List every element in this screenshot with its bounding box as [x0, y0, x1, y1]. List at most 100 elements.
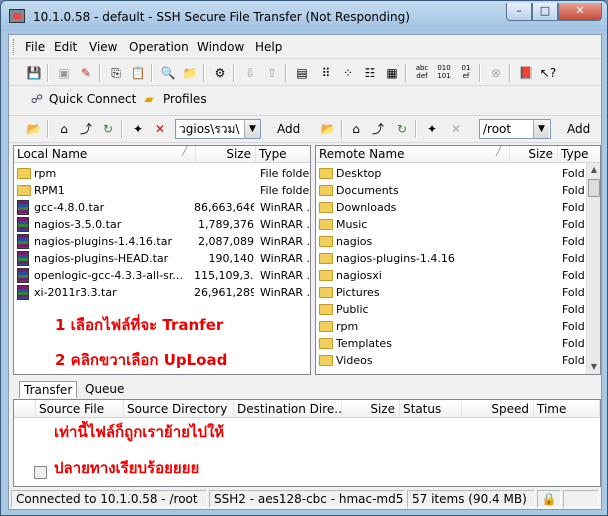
menu-window[interactable]: Window — [197, 40, 244, 54]
paste-icon[interactable]: 📋 — [129, 64, 147, 82]
copy-icon[interactable]: ⎘ — [107, 64, 125, 82]
profiles-button[interactable]: Profiles — [163, 92, 207, 106]
toolbar-separator — [99, 64, 101, 82]
remote-refresh-icon[interactable]: ↻ — [393, 120, 411, 138]
transfer-col-speed[interactable]: Speed — [462, 400, 534, 418]
local-row[interactable]: gcc-4.8.0.tar 86,663,646 WinRAR ... — [14, 199, 310, 216]
remote-row[interactable]: Documents Fold — [316, 182, 600, 199]
transfer-col-source-file[interactable]: Source File — [36, 400, 124, 418]
remote-col-type[interactable]: Type — [558, 146, 600, 163]
remote-row[interactable]: rpm Fold — [316, 318, 600, 335]
remote-file-list[interactable]: Remote Name ╱ Size Type Desktop Fold Docum… — [315, 145, 601, 375]
local-add-button[interactable]: Add — [277, 122, 300, 136]
transfer-col-time[interactable]: Time — [534, 400, 600, 418]
menu-file[interactable]: File — [25, 40, 45, 54]
remote-row[interactable]: Downloads Fold — [316, 199, 600, 216]
local-row[interactable]: openlogic-gcc-4.3.3-all-sr... 115,109,3..… — [14, 267, 310, 284]
local-home-icon[interactable]: ⌂ — [55, 120, 73, 138]
scroll-thumb[interactable] — [588, 179, 600, 197]
remote-parent-folder-icon[interactable]: ⤴ — [369, 120, 387, 138]
local-row[interactable]: RPM1 File folder — [14, 182, 310, 199]
menu-edit[interactable]: Edit — [54, 40, 77, 54]
local-delete-icon[interactable]: ✕ — [151, 120, 169, 138]
large-icons-icon[interactable]: ⠿ — [317, 64, 335, 82]
transfer-col-size[interactable]: Size — [342, 400, 400, 418]
disconnect-icon[interactable]: ✎ — [77, 64, 95, 82]
details-view-icon[interactable]: ▦ — [383, 64, 401, 82]
status-extra — [563, 490, 599, 508]
local-file-list[interactable]: Local Name ╱ Size Type rpm File folder RPM… — [13, 145, 311, 375]
tab-transfer[interactable]: Transfer — [19, 381, 78, 398]
local-up-folder-icon[interactable]: 📂 — [25, 120, 43, 138]
quick-connect-button[interactable]: Quick Connect — [49, 92, 136, 106]
whats-this-icon[interactable]: ↖? — [539, 64, 557, 82]
remote-col-name[interactable]: Remote Name — [316, 146, 510, 163]
small-icons-icon[interactable]: ⁘ — [339, 64, 357, 82]
local-file-type: File folder — [260, 184, 311, 197]
local-row[interactable]: nagios-plugins-1.4.16.tar 2,087,089 WinRAR… — [14, 233, 310, 250]
transfer-col-dest-dir[interactable]: Destination Dire... — [234, 400, 342, 418]
local-new-folder-icon[interactable]: ✦ — [129, 120, 147, 138]
local-refresh-icon[interactable]: ↻ — [99, 120, 117, 138]
remote-row[interactable]: Desktop Fold — [316, 165, 600, 182]
quick-connect-icon[interactable]: 🔍 — [159, 64, 177, 82]
remote-row[interactable]: Public Fold — [316, 301, 600, 318]
path-toolbar: 📂 ⌂ ⤴ ↻ ✦ ✕ วgios\รวม\ ▼ Add 📂 ⌂ ⤴ ↻ ✦ ✕… — [9, 115, 601, 143]
remote-add-button[interactable]: Add — [567, 122, 590, 136]
help-book-icon[interactable]: 📕 — [517, 64, 535, 82]
remote-delete-icon[interactable]: ✕ — [447, 120, 465, 138]
local-row[interactable]: rpm File folder — [14, 165, 310, 182]
remote-row[interactable]: Music Fold — [316, 216, 600, 233]
remote-home-icon[interactable]: ⌂ — [347, 120, 365, 138]
local-parent-folder-icon[interactable]: ⤴ — [77, 120, 95, 138]
tab-queue[interactable]: Queue — [81, 381, 128, 398]
remote-file-name: Documents — [336, 184, 399, 197]
remote-row[interactable]: Templates Fold — [316, 335, 600, 352]
remote-file-name: Public — [336, 303, 369, 316]
minimize-button[interactable]: – — [506, 3, 532, 21]
menu-help[interactable]: Help — [255, 40, 282, 54]
menu-view[interactable]: View — [89, 40, 117, 54]
binary-mode-icon[interactable]: 010 101 — [435, 64, 453, 82]
print-icon[interactable]: ▣ — [55, 64, 73, 82]
list-view-icon[interactable]: ☷ — [361, 64, 379, 82]
settings-icon[interactable]: ⚙ — [211, 64, 229, 82]
remote-vertical-scrollbar[interactable]: ▲ ▼ — [586, 163, 600, 374]
scroll-down-icon[interactable]: ▼ — [587, 360, 600, 374]
local-col-name[interactable]: Local Name — [14, 146, 196, 163]
transfer-row-checkbox[interactable] — [34, 466, 47, 479]
remote-up-folder-icon[interactable]: 📂 — [319, 120, 337, 138]
local-row[interactable]: nagios-plugins-HEAD.tar 190,140 WinRAR ... — [14, 250, 310, 267]
remote-row[interactable]: Videos Fold — [316, 352, 600, 369]
terminal-icon[interactable]: ▤ — [293, 64, 311, 82]
remote-row[interactable]: Pictures Fold — [316, 284, 600, 301]
save-icon[interactable]: 💾 — [25, 64, 43, 82]
local-row[interactable]: xi-2011r3.3.tar 26,961,289 WinRAR ... — [14, 284, 310, 301]
remote-file-type: Fold — [562, 337, 585, 350]
remote-col-size[interactable]: Size — [510, 146, 558, 163]
transfer-list[interactable]: Source File Source Directory Destination… — [13, 399, 601, 487]
upload-arrow-icon[interactable]: ⇧ — [263, 64, 281, 82]
remote-new-folder-icon[interactable]: ✦ — [423, 120, 441, 138]
scroll-up-icon[interactable]: ▲ — [587, 163, 600, 177]
local-file-type: WinRAR ... — [260, 201, 311, 214]
remote-row[interactable]: nagiosxi Fold — [316, 267, 600, 284]
local-col-size[interactable]: Size — [196, 146, 256, 163]
maximize-button[interactable]: □ — [532, 3, 558, 21]
transfer-col-status[interactable]: Status — [400, 400, 462, 418]
title-bar[interactable]: 10.1.0.58 - default - SSH Secure File Tr… — [1, 1, 607, 31]
download-arrow-icon[interactable]: ⇩ — [241, 64, 259, 82]
menu-operation[interactable]: Operation — [129, 40, 189, 54]
remote-path-dropdown-icon[interactable]: ▼ — [533, 120, 549, 138]
remote-row[interactable]: nagios-plugins-1.4.16 Fold — [316, 250, 600, 267]
transfer-col-source-dir[interactable]: Source Directory — [124, 400, 234, 418]
auto-mode-icon[interactable]: 01 ef — [457, 64, 475, 82]
close-button[interactable]: ✕ — [558, 3, 602, 21]
profile-icon[interactable]: 📁 — [181, 64, 199, 82]
local-path-dropdown-icon[interactable]: ▼ — [244, 120, 260, 138]
ascii-mode-icon[interactable]: abc def — [413, 64, 431, 82]
remote-row[interactable]: nagios Fold — [316, 233, 600, 250]
local-col-type[interactable]: Type — [256, 146, 310, 163]
local-row[interactable]: nagios-3.5.0.tar 1,789,376 WinRAR ... — [14, 216, 310, 233]
stop-icon[interactable]: ⊗ — [487, 64, 505, 82]
